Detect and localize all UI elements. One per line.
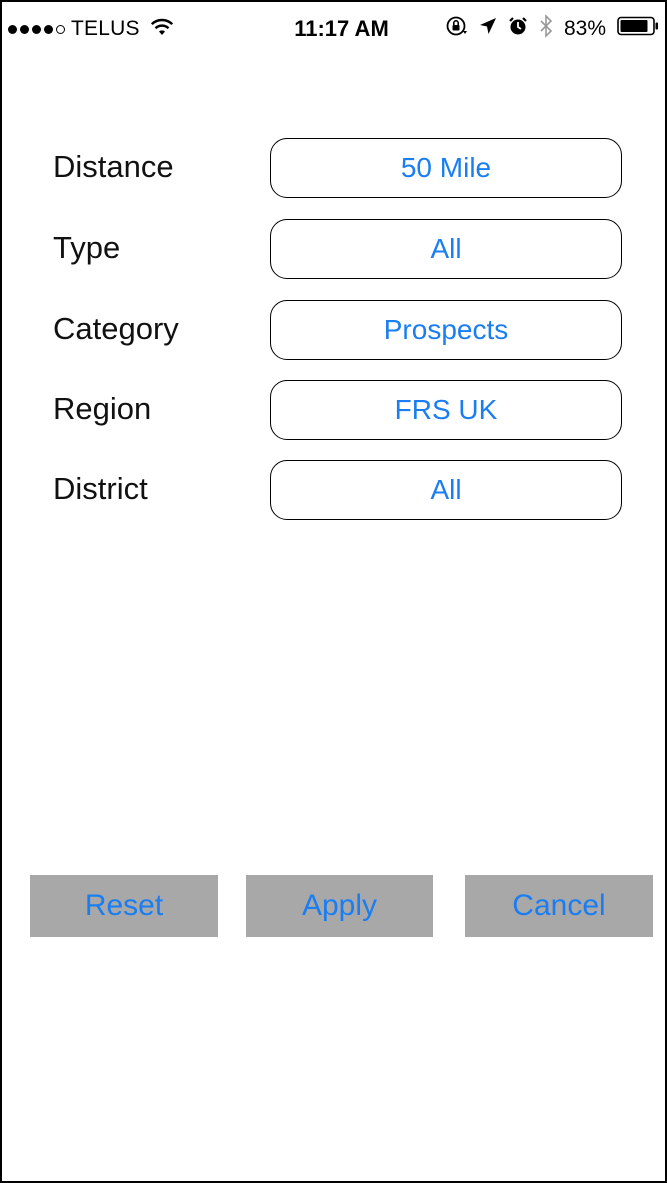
status-right: 83% (446, 14, 659, 44)
battery-icon (617, 16, 659, 42)
category-label: Category (53, 311, 179, 346)
bluetooth-icon (539, 14, 553, 44)
region-label: Region (53, 391, 152, 426)
district-select[interactable]: All (270, 460, 622, 520)
cancel-button[interactable]: Cancel (465, 875, 653, 937)
region-select[interactable]: FRS UK (270, 380, 622, 440)
distance-select[interactable]: 50 Mile (270, 138, 622, 198)
type-select[interactable]: All (270, 219, 622, 279)
category-select[interactable]: Prospects (270, 300, 622, 360)
distance-label: Distance (53, 149, 174, 184)
app-frame: TELUS 11:17 AM 83% Distance 50 Mile Type… (0, 0, 667, 1183)
location-arrow-icon (479, 16, 497, 42)
apply-button[interactable]: Apply (246, 875, 433, 937)
alarm-icon (508, 16, 528, 42)
district-label: District (53, 471, 148, 506)
type-label: Type (53, 230, 121, 265)
reset-button[interactable]: Reset (30, 875, 218, 937)
orientation-lock-icon (446, 15, 468, 43)
status-bar: TELUS 11:17 AM 83% (2, 2, 665, 62)
battery-percentage: 83% (563, 17, 606, 40)
